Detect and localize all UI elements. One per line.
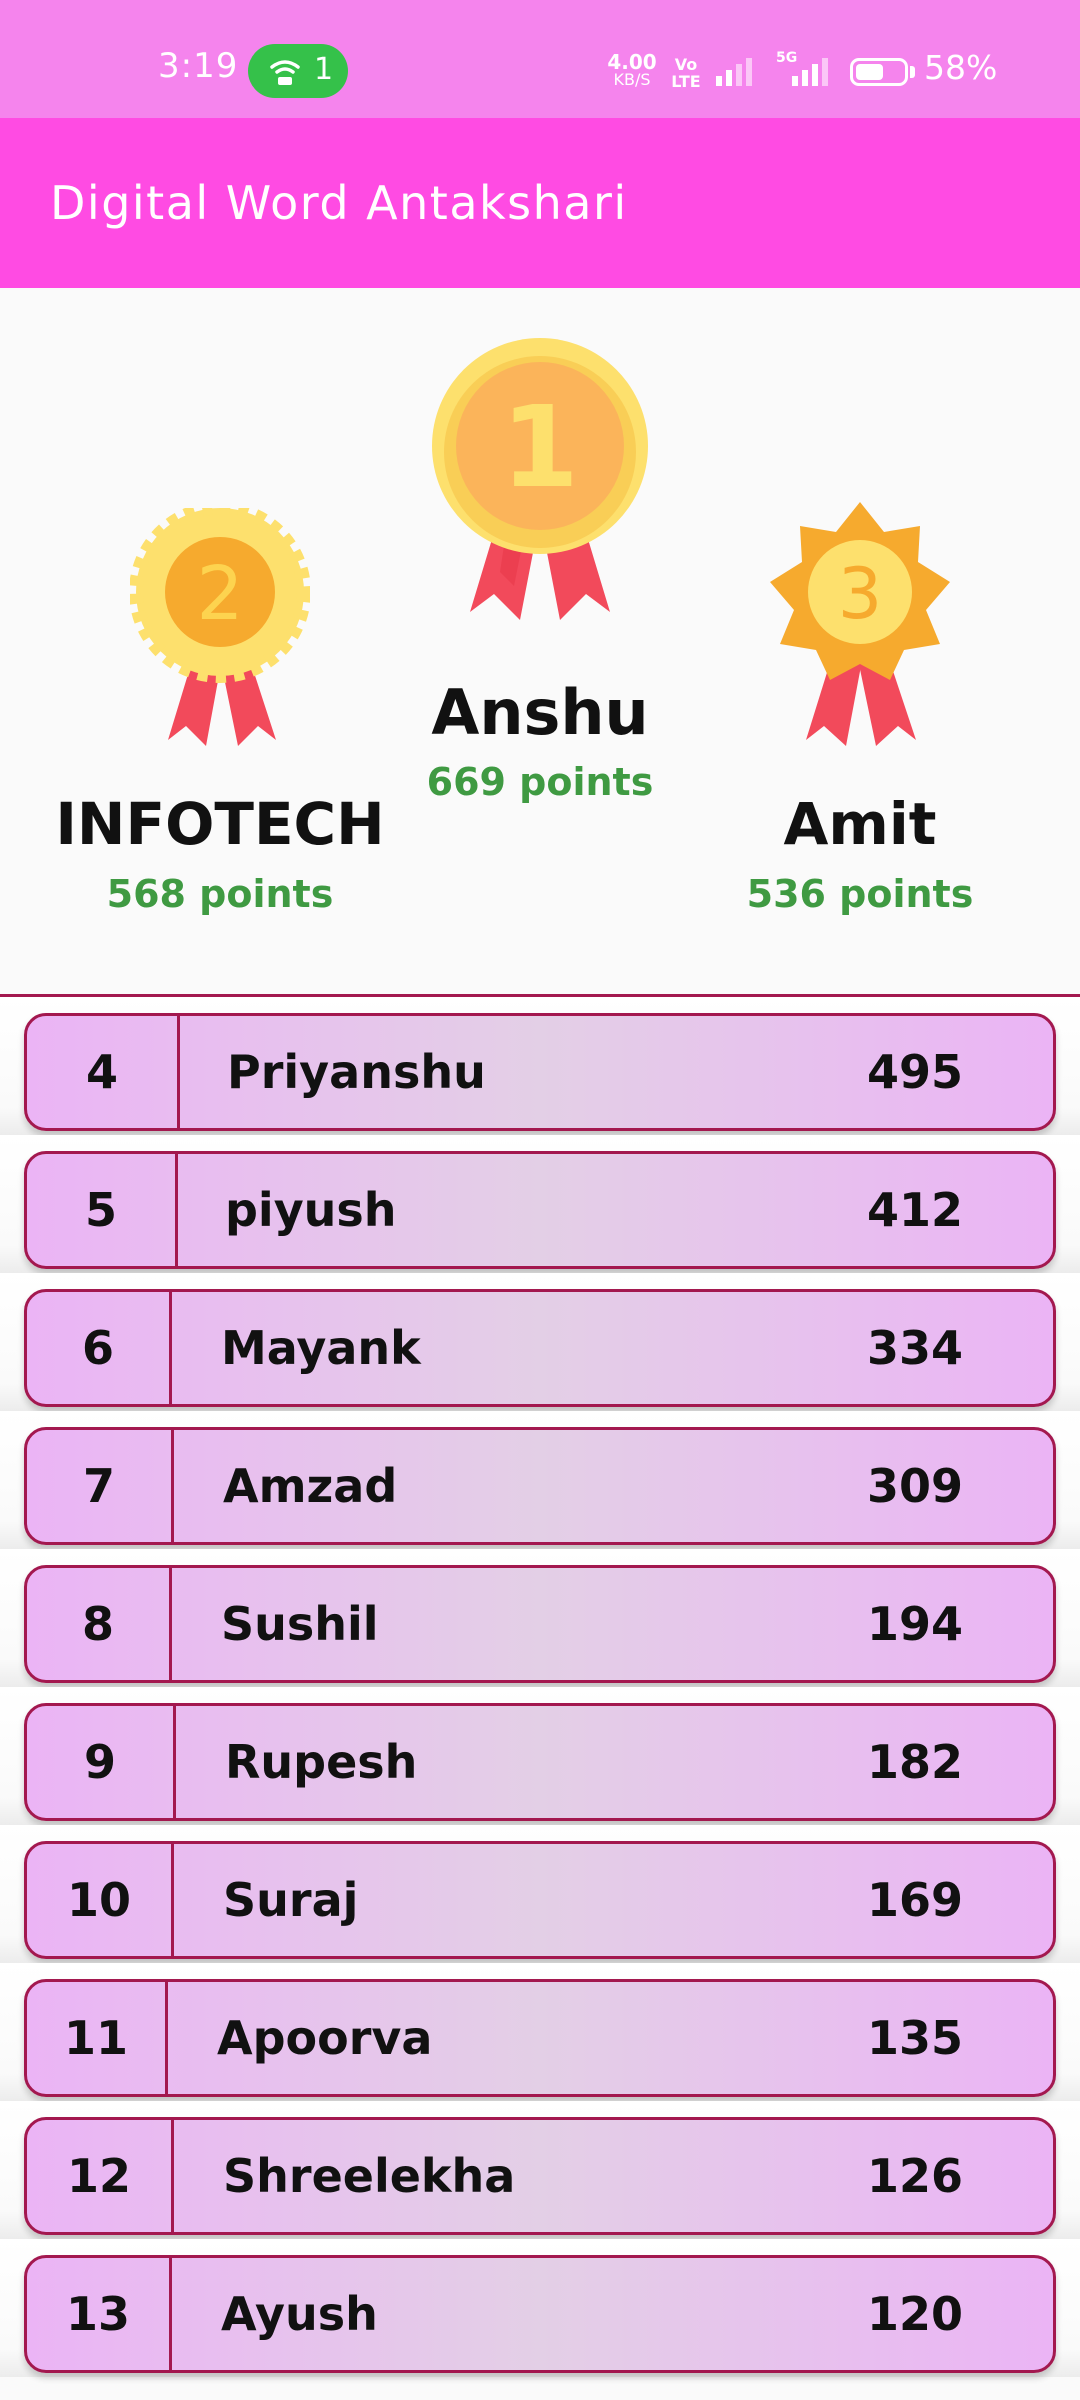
- row-rank: 8: [81, 1597, 114, 1651]
- winner-third-points: 536 points: [746, 872, 974, 916]
- hotspot-icon: [270, 60, 300, 85]
- status-bar: 3:19 1 4.00 KB/S Vo LTE 5G 58%: [0, 0, 1080, 118]
- status-time: 3:19: [158, 46, 239, 86]
- row-player-name: Suraj: [223, 1873, 359, 1927]
- net-speed-unit: KB/S: [613, 70, 651, 89]
- medal-third-number: 3: [838, 553, 883, 635]
- winner-third[interactable]: 3 Amit 536 points: [670, 502, 1050, 916]
- leaderboard-row[interactable]: 13 Ayush 120: [24, 2255, 1056, 2373]
- row-player-name: Priyanshu: [227, 1045, 486, 1099]
- winner-third-name: Amit: [783, 790, 937, 858]
- row-player-name: Ayush: [221, 2287, 378, 2341]
- leaderboard-row[interactable]: 5 piyush 412: [24, 1151, 1056, 1269]
- battery-tip: [910, 66, 915, 78]
- row-separator: [171, 1430, 174, 1542]
- signal-5g-icon: [792, 58, 828, 86]
- row-rank: 10: [66, 1873, 131, 1927]
- volte-bottom: LTE: [671, 72, 701, 91]
- row-rank: 9: [83, 1735, 116, 1789]
- row-score: 126: [866, 2149, 963, 2203]
- row-separator: [169, 2258, 172, 2370]
- leaderboard-row[interactable]: 11 Apoorva 135: [24, 1979, 1056, 2097]
- hotspot-count: 1: [314, 52, 334, 87]
- leaderboard-row[interactable]: 6 Mayank 334: [24, 1289, 1056, 1407]
- medal-first-number: 1: [501, 383, 579, 513]
- row-score: 182: [866, 1735, 963, 1789]
- row-rank: 4: [85, 1045, 118, 1099]
- row-separator: [165, 1982, 168, 2094]
- leaderboard-row-wrap: 6 Mayank 334: [0, 1273, 1080, 1411]
- row-separator: [175, 1154, 178, 1266]
- leaderboard-row[interactable]: 12 Shreelekha 126: [24, 2117, 1056, 2235]
- medal-third-icon: 3: [770, 502, 950, 746]
- row-player-name: Shreelekha: [223, 2149, 516, 2203]
- row-score: 169: [866, 1873, 963, 1927]
- winner-second-points: 568 points: [106, 872, 334, 916]
- volte-indicator: Vo LTE: [666, 56, 706, 90]
- row-separator: [173, 1706, 176, 1818]
- row-score: 334: [866, 1321, 963, 1375]
- leaderboard-row-wrap: 8 Sushil 194: [0, 1549, 1080, 1687]
- row-separator: [171, 1844, 174, 1956]
- row-score: 412: [866, 1183, 963, 1237]
- leaderboard-row-wrap: 9 Rupesh 182: [0, 1687, 1080, 1825]
- signal-icon: [716, 58, 752, 86]
- winner-second-name: INFOTECH: [55, 790, 385, 858]
- row-separator: [177, 1016, 180, 1128]
- hotspot-indicator: 1: [248, 44, 348, 98]
- row-player-name: Sushil: [221, 1597, 379, 1651]
- leaderboard-row[interactable]: 9 Rupesh 182: [24, 1703, 1056, 1821]
- medal-second-icon: 2: [130, 508, 310, 746]
- leaderboard-row[interactable]: 4 Priyanshu 495: [24, 1013, 1056, 1131]
- app-bar: Digital Word Antakshari: [0, 118, 1080, 288]
- leaderboard-row[interactable]: 10 Suraj 169: [24, 1841, 1056, 1959]
- row-player-name: piyush: [225, 1183, 397, 1237]
- row-player-name: Mayank: [221, 1321, 421, 1375]
- leaderboard-row-wrap: 5 piyush 412: [0, 1135, 1080, 1273]
- app-title: Digital Word Antakshari: [50, 176, 628, 230]
- row-score: 309: [866, 1459, 963, 1513]
- row-separator: [169, 1568, 172, 1680]
- podium: 2 INFOTECH 568 points 1 Anshu 669 points: [0, 288, 1080, 996]
- row-separator: [171, 2120, 174, 2232]
- winner-second[interactable]: 2 INFOTECH 568 points: [30, 508, 410, 916]
- leaderboard-row-wrap: 12 Shreelekha 126: [0, 2101, 1080, 2239]
- row-player-name: Rupesh: [225, 1735, 418, 1789]
- battery-fill: [856, 64, 883, 80]
- row-rank: 11: [63, 2011, 128, 2065]
- volte-top: Vo: [674, 55, 698, 74]
- leaderboard-row-wrap: 4 Priyanshu 495: [0, 997, 1080, 1135]
- row-player-name: Amzad: [223, 1459, 398, 1513]
- battery-percent: 58%: [924, 48, 998, 87]
- row-rank: 7: [82, 1459, 115, 1513]
- winner-first-name: Anshu: [431, 676, 649, 749]
- leaderboard-row[interactable]: 7 Amzad 309: [24, 1427, 1056, 1545]
- net-speed-value: 4.00: [607, 50, 657, 74]
- row-rank: 6: [81, 1321, 114, 1375]
- leaderboard-row-wrap: 10 Suraj 169: [0, 1825, 1080, 1963]
- row-rank: 12: [66, 2149, 131, 2203]
- row-score: 495: [866, 1045, 963, 1099]
- row-rank: 13: [65, 2287, 130, 2341]
- leaderboard-row-wrap: 13 Ayush 120: [0, 2239, 1080, 2377]
- row-score: 135: [866, 2011, 963, 2065]
- row-separator: [169, 1292, 172, 1404]
- net-speed: 4.00 KB/S: [604, 52, 660, 88]
- medal-second-number: 2: [196, 551, 243, 637]
- battery-icon: [850, 58, 908, 86]
- row-score: 194: [866, 1597, 963, 1651]
- leaderboard-list[interactable]: 4 Priyanshu 495 5 piyush 412 6 Mayank 334 7 Amzad 3…: [0, 997, 1080, 2400]
- leaderboard-row[interactable]: 8 Sushil 194: [24, 1565, 1056, 1683]
- leaderboard-row-wrap: 7 Amzad 309: [0, 1411, 1080, 1549]
- winner-first[interactable]: 1 Anshu 669 points: [380, 336, 700, 836]
- medal-first-icon: 1: [432, 338, 648, 620]
- row-player-name: Apoorva: [217, 2011, 433, 2065]
- leaderboard-row-wrap: 11 Apoorva 135: [0, 1963, 1080, 2101]
- row-rank: 5: [84, 1183, 117, 1237]
- row-score: 120: [866, 2287, 963, 2341]
- winner-first-points: 669 points: [426, 760, 654, 804]
